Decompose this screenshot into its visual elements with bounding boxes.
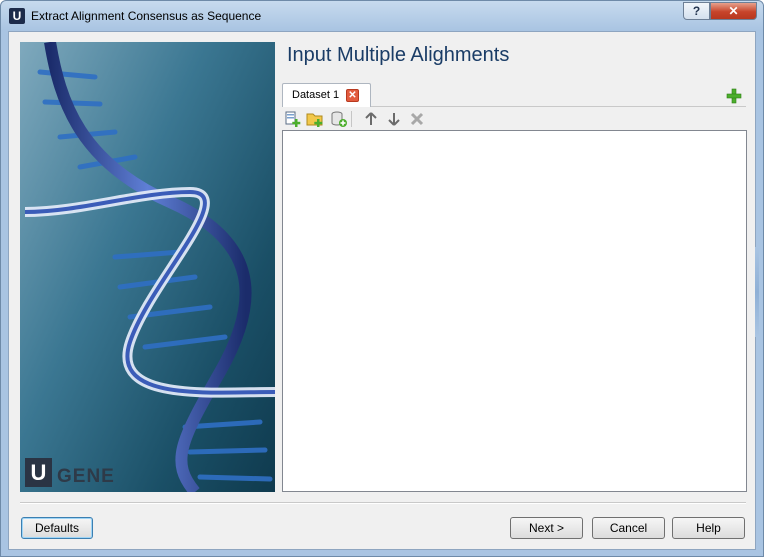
add-database-icon[interactable] — [330, 110, 348, 128]
ugene-logo-u: U — [25, 458, 52, 487]
tab-dataset-1[interactable]: Dataset 1 ✕ — [282, 83, 371, 107]
next-button[interactable]: Next > — [510, 517, 583, 539]
dataset-file-list[interactable] — [282, 130, 747, 492]
title-bar[interactable]: U Extract Alignment Consensus as Sequenc… — [1, 1, 763, 31]
dataset-toolbar — [282, 109, 747, 129]
ugene-logo-text: GENE — [57, 466, 115, 487]
tab-close-icon[interactable]: ✕ — [346, 89, 359, 102]
add-dataset-plus-icon[interactable] — [726, 88, 742, 104]
close-button-titlebar[interactable]: ✕ — [710, 2, 757, 20]
button-divider — [20, 502, 746, 503]
remove-icon[interactable] — [408, 110, 426, 128]
arrow-up-icon[interactable] — [362, 110, 380, 128]
add-file-icon[interactable] — [284, 110, 302, 128]
toolbar-separator — [351, 111, 352, 127]
dialog-client-area: U GENE Input Multiple Alighments Dataset… — [8, 31, 756, 550]
ugene-app-icon: U — [9, 8, 25, 24]
dna-helix-graphic — [24, 42, 275, 492]
dialog-window: U Extract Alignment Consensus as Sequenc… — [0, 0, 764, 557]
defaults-button[interactable]: Defaults — [21, 517, 93, 539]
add-folder-icon[interactable] — [306, 110, 324, 128]
dna-banner-image: U GENE — [20, 42, 275, 492]
tab-label: Dataset 1 — [292, 89, 340, 101]
window-title: Extract Alignment Consensus as Sequence — [31, 9, 262, 23]
window-edge-highlight — [755, 247, 759, 337]
help-button-titlebar[interactable]: ? — [683, 2, 710, 20]
page-title: Input Multiple Alighments — [287, 44, 510, 66]
tab-bar-line — [371, 106, 746, 107]
help-button[interactable]: Help — [672, 517, 745, 539]
cancel-button[interactable]: Cancel — [592, 517, 665, 539]
arrow-down-icon[interactable] — [385, 110, 403, 128]
